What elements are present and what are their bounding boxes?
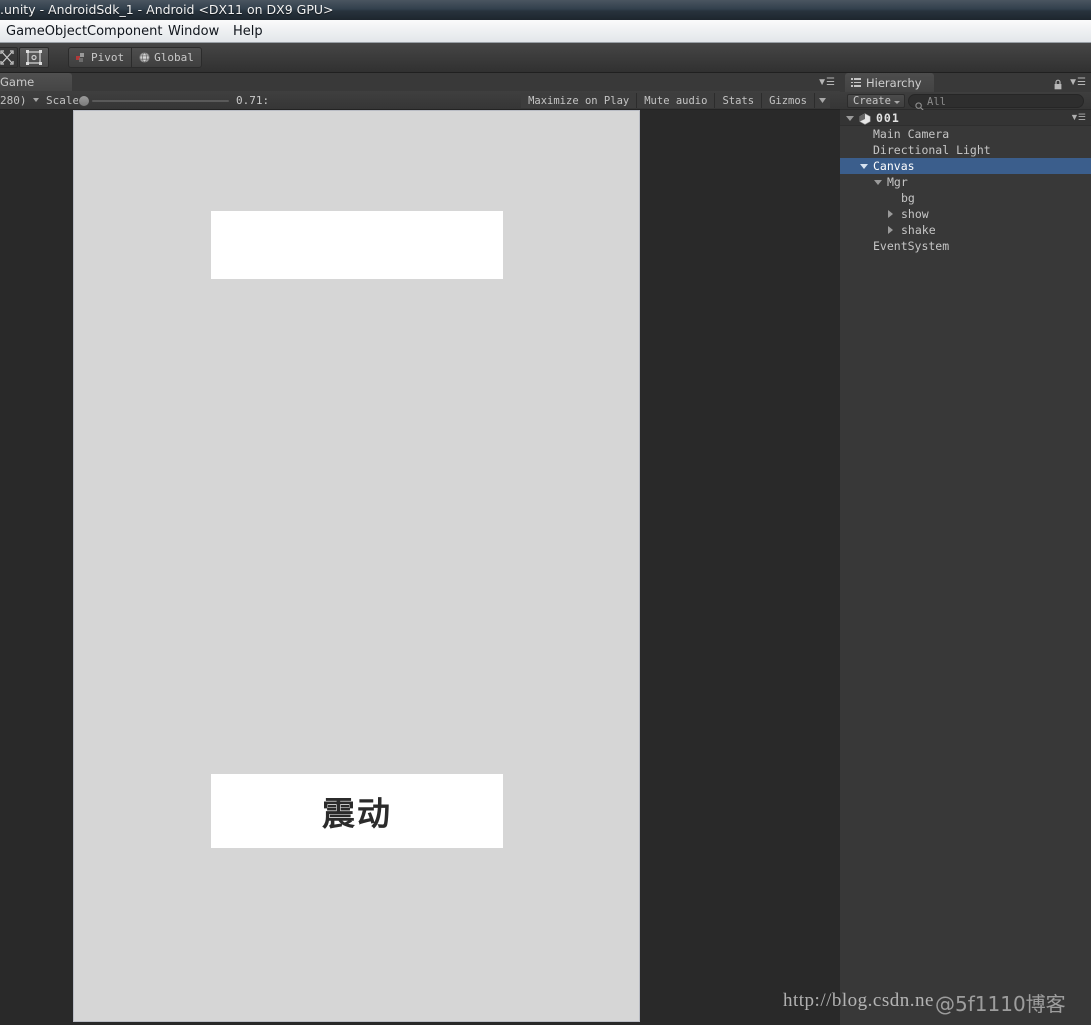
- global-button[interactable]: Global: [131, 48, 201, 67]
- rect-transform-tool-button[interactable]: [19, 47, 49, 68]
- gameview-toolbar: 280) Scale 0.71: Maximize on Play Mute a…: [0, 91, 840, 110]
- game-screen[interactable]: 震动: [73, 110, 640, 1022]
- hierarchy-item-main-camera[interactable]: Main Camera: [840, 126, 1091, 142]
- mgr-expand-arrow-icon[interactable]: [874, 180, 882, 185]
- pivot-label: Pivot: [91, 51, 125, 64]
- hierarchy-item-eventsystem[interactable]: EventSystem: [840, 238, 1091, 254]
- gameview-scale-label: Scale: [46, 94, 80, 107]
- create-button-label: Create: [853, 95, 891, 107]
- vibrate-button-label: 震动: [322, 794, 392, 833]
- global-label: Global: [154, 51, 194, 64]
- shake-collapse-arrow-icon[interactable]: [888, 226, 893, 234]
- watermark-overlay: @5f1110博客: [935, 992, 1066, 1016]
- gameview-panel-menu-icon[interactable]: ▼☰: [817, 77, 835, 88]
- hierarchy-tree: 001 ▼☰ Main Camera Directional Light Can…: [840, 110, 1091, 1025]
- menu-bar: GameObject Component Window Help: [0, 20, 1091, 43]
- gameview-canvas[interactable]: 震动: [0, 110, 840, 1025]
- search-icon: [915, 98, 924, 111]
- gameview-option-buttons: Maximize on Play Mute audio Stats Gizmos: [521, 93, 830, 108]
- lock-icon[interactable]: [1053, 77, 1063, 90]
- hierarchy-icon: [851, 78, 861, 87]
- hierarchy-scene-row[interactable]: 001 ▼☰: [840, 110, 1091, 126]
- hierarchy-item-label: shake: [901, 223, 936, 237]
- show-collapse-arrow-icon[interactable]: [888, 210, 893, 218]
- hierarchy-item-show[interactable]: show: [840, 206, 1091, 222]
- gameview-scale-slider[interactable]: [92, 100, 229, 102]
- hierarchy-item-bg[interactable]: bg: [840, 190, 1091, 206]
- pivot-icon: [76, 53, 84, 62]
- tab-game[interactable]: Game: [0, 73, 72, 91]
- globe-icon: [139, 52, 150, 63]
- hierarchy-item-label: Directional Light: [873, 143, 991, 157]
- rect-transform-icon: [26, 50, 42, 65]
- canvas-expand-arrow-icon[interactable]: [860, 164, 868, 169]
- vibrate-button[interactable]: 震动: [211, 774, 503, 848]
- hierarchy-tabrow: Hierarchy ▼☰: [840, 73, 1091, 92]
- create-button[interactable]: Create: [847, 94, 905, 108]
- hierarchy-panel: Hierarchy ▼☰ Create All 001 ▼☰ Main Came…: [840, 73, 1091, 1025]
- watermark-url: http://blog.csdn.ne: [783, 990, 934, 1011]
- hierarchy-toolbar: Create All: [840, 92, 1091, 111]
- maximize-on-play-button[interactable]: Maximize on Play: [521, 93, 637, 108]
- gameview-scale-slider-knob[interactable]: [78, 95, 90, 107]
- pivot-global-group: Pivot Global: [68, 47, 202, 68]
- move-tool-button[interactable]: [0, 47, 18, 68]
- menu-help[interactable]: Help: [231, 23, 265, 40]
- gizmos-button[interactable]: Gizmos: [761, 93, 814, 108]
- main-toolbar: Pivot Global: [0, 43, 1091, 114]
- window-title: .unity - AndroidSdk_1 - Android <DX11 on…: [0, 2, 334, 17]
- hierarchy-search-input[interactable]: All: [908, 94, 1084, 111]
- gameview-resolution-dropdown[interactable]: 280): [0, 94, 27, 107]
- create-chevron-down-icon: [893, 101, 900, 104]
- mute-audio-button[interactable]: Mute audio: [636, 93, 715, 108]
- scene-expand-arrow-icon[interactable]: [846, 116, 854, 121]
- window-titlebar: .unity - AndroidSdk_1 - Android <DX11 on…: [0, 0, 1091, 20]
- hierarchy-item-label: Main Camera: [873, 127, 950, 141]
- menu-gameobject[interactable]: GameObject: [4, 23, 89, 40]
- hierarchy-item-label: Mgr: [887, 175, 908, 189]
- hierarchy-item-label: show: [901, 207, 929, 221]
- gameview-scale-value: 0.71:: [236, 94, 270, 107]
- hierarchy-panel-menu-icon[interactable]: ▼☰: [1068, 78, 1086, 88]
- hierarchy-item-label: EventSystem: [873, 239, 950, 253]
- hierarchy-item-label: bg: [901, 191, 915, 205]
- gameview-tabstrip: Game ▼☰: [0, 73, 840, 91]
- tab-hierarchy-label: Hierarchy: [866, 75, 922, 90]
- menu-component[interactable]: Component: [85, 23, 164, 40]
- hierarchy-item-directional-light[interactable]: Directional Light: [840, 142, 1091, 158]
- hierarchy-item-shake[interactable]: shake: [840, 222, 1091, 238]
- ui-panel-top: [211, 211, 503, 279]
- tab-game-label: Game: [0, 75, 35, 89]
- hierarchy-scene-name: 001: [876, 110, 900, 125]
- menu-window[interactable]: Window: [166, 23, 221, 40]
- resolution-chevron-down-icon[interactable]: [33, 98, 39, 102]
- unity-editor-window: .unity - AndroidSdk_1 - Android <DX11 on…: [0, 0, 1091, 1025]
- move-tool-icon: [0, 50, 14, 65]
- scene-row-menu-icon[interactable]: ▼☰: [1070, 113, 1086, 122]
- hierarchy-search-placeholder: All: [927, 96, 946, 108]
- hierarchy-item-mgr[interactable]: Mgr: [840, 174, 1091, 190]
- stats-button[interactable]: Stats: [714, 93, 762, 108]
- hierarchy-item-label: Canvas: [873, 159, 915, 173]
- hierarchy-item-canvas[interactable]: Canvas: [840, 158, 1091, 174]
- tab-hierarchy[interactable]: Hierarchy: [845, 73, 934, 92]
- pivot-button[interactable]: Pivot: [69, 48, 131, 67]
- unity-scene-icon: [859, 112, 871, 125]
- gizmos-chevron-down-icon[interactable]: [814, 93, 830, 108]
